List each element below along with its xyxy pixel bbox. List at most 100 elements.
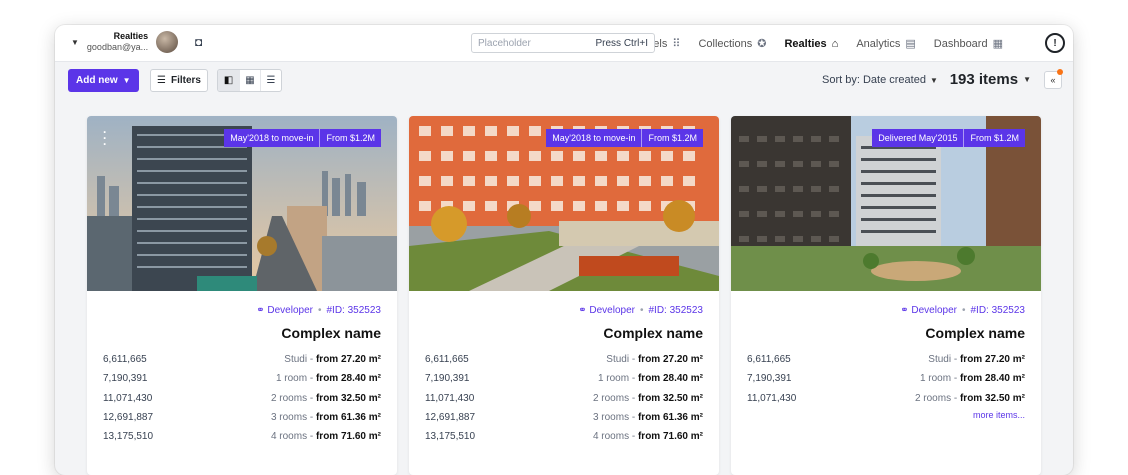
unit-type: 2 rooms - xyxy=(270,392,316,404)
badge-group: May'2018 to move-in From $1.2M xyxy=(546,129,703,147)
unit-area: from 32.50 m² xyxy=(959,392,1025,404)
unit-price: 13,175,510 xyxy=(425,431,476,443)
user-name: Realties xyxy=(113,31,149,41)
notification-icon[interactable]: ◘ xyxy=(195,35,202,49)
price-badge: From $1.2M xyxy=(641,129,703,147)
nav-item-collections[interactable]: Collections ✪ xyxy=(698,25,766,62)
card-meta: ⚭ Developer • #ID: 352523 xyxy=(578,305,704,316)
realty-card[interactable]: Delivered May'2015 From $1.2M ⚭ Develope… xyxy=(731,116,1041,475)
unit-price: 7,190,391 xyxy=(103,373,148,385)
nav-item-label: Dashboard xyxy=(933,37,988,50)
unit-row: 11,071,430 2 rooms - from 32.50 m² xyxy=(747,389,1025,408)
badge-group: May'2018 to move-in From $1.2M xyxy=(224,129,381,147)
unit-price: 11,071,430 xyxy=(747,392,797,404)
unit-area: from 61.36 m² xyxy=(637,412,703,424)
unit-type: Studi - xyxy=(284,354,316,366)
user-info: Realties goodban@ya... xyxy=(87,31,148,53)
unit-row: 12,691,887 3 rooms - from 61.36 m² xyxy=(103,408,381,427)
unit-price: 12,691,887 xyxy=(425,412,476,424)
unit-type: 1 room - xyxy=(275,373,316,385)
realty-id: #ID: 352523 xyxy=(648,305,704,316)
unit-area: from 71.60 m² xyxy=(637,431,703,443)
search-input[interactable]: Placeholder Press Ctrl+I xyxy=(471,33,655,53)
unit-row: 7,190,391 1 room - from 28.40 m² xyxy=(103,369,381,388)
chart-icon: ▤ xyxy=(905,38,916,50)
unit-price: 13,175,510 xyxy=(103,431,154,443)
realty-card[interactable]: May'2018 to move-in From $1.2M ⚭ Develop… xyxy=(409,116,719,475)
add-new-button[interactable]: Add new ▼ xyxy=(68,69,139,92)
delivery-badge: May'2018 to move-in xyxy=(224,129,320,147)
more-items-link[interactable]: more items... xyxy=(747,410,1025,420)
unit-type: 4 rooms - xyxy=(592,431,638,443)
realty-photo: · · · May'2018 to move-in From $1.2M xyxy=(87,116,397,291)
view-toggle: ◧ ▦ ☰ xyxy=(217,69,282,92)
unit-area: from 28.40 m² xyxy=(637,373,703,385)
dots-grid-icon: ⠿ xyxy=(672,38,681,50)
unit-area: from 71.60 m² xyxy=(315,431,381,443)
complex-name[interactable]: Complex name xyxy=(103,325,381,341)
unit-type: 2 rooms - xyxy=(592,392,638,404)
link-icon: ⚭ xyxy=(578,305,587,316)
developer-link[interactable]: Developer xyxy=(589,305,635,316)
complex-name[interactable]: Complex name xyxy=(425,325,703,341)
avatar[interactable] xyxy=(156,31,179,53)
list-view-button[interactable]: ☰ xyxy=(260,70,281,91)
realty-photo: Delivered May'2015 From $1.2M xyxy=(731,116,1041,291)
grid-icon: ▦ xyxy=(245,75,255,86)
filter-icon: ☰ xyxy=(157,75,166,86)
nav-item-analytics[interactable]: Analytics ▤ xyxy=(856,25,915,62)
developer-link[interactable]: Developer xyxy=(911,305,957,316)
unit-price: 6,611,665 xyxy=(425,354,469,366)
status-dot xyxy=(1057,69,1063,75)
nav-item-dashboard[interactable]: Dashboard ▦ xyxy=(934,25,1003,62)
link-icon: ⚭ xyxy=(900,305,909,316)
unit-price: 11,071,430 xyxy=(425,392,475,404)
unit-row: 7,190,391 1 room - from 28.40 m² xyxy=(747,369,1025,388)
chevron-down-icon: ▼ xyxy=(1023,75,1031,84)
filters-button[interactable]: ☰ Filters xyxy=(150,69,208,92)
chevron-down-icon: ▼ xyxy=(929,75,938,85)
unit-type: 3 rooms - xyxy=(592,412,638,424)
more-options-icon[interactable]: · · · xyxy=(103,126,107,150)
unit-price: 7,190,391 xyxy=(425,373,470,385)
realty-card[interactable]: · · · May'2018 to move-in From $1.2M ⚭ Dev… xyxy=(87,116,397,475)
filters-label: Filters xyxy=(170,75,201,86)
unit-type: Studi - xyxy=(928,354,960,366)
complex-name[interactable]: Complex name xyxy=(747,325,1025,341)
items-count: 193 items xyxy=(949,71,1019,88)
chevron-down-icon: ▼ xyxy=(122,76,131,85)
items-count-dropdown[interactable]: 193 items ▼ xyxy=(950,71,1031,88)
unit-price: 6,611,665 xyxy=(747,354,791,366)
sort-dropdown[interactable]: Sort by: Date created ▼ xyxy=(822,74,938,86)
link-icon: ⚭ xyxy=(256,305,265,316)
card-meta: ⚭ Developer • #ID: 352523 xyxy=(900,305,1025,316)
unit-row: 6,611,665 Studi - from 27.20 m² xyxy=(425,350,703,369)
chevrons-left-icon: « xyxy=(1050,75,1056,85)
unit-area: from 32.50 m² xyxy=(637,392,703,404)
unit-row: 6,611,665 Studi - from 27.20 m² xyxy=(103,350,381,369)
unit-area: from 27.20 m² xyxy=(959,354,1025,366)
chevron-down-icon: ▼ xyxy=(71,37,79,47)
unit-type: 2 rooms - xyxy=(914,392,960,404)
unit-area: from 27.20 m² xyxy=(637,354,703,366)
sort-label: Sort by: Date created xyxy=(822,74,926,86)
add-new-label: Add new xyxy=(76,75,118,86)
delivery-badge: May'2018 to move-in xyxy=(546,129,642,147)
app-window: ! Channels ⠿ Collections ✪ Realties ⌂ An… xyxy=(55,25,1073,475)
price-badge: From $1.2M xyxy=(963,129,1025,147)
card-meta: ⚭ Developer • #ID: 352523 xyxy=(256,305,382,316)
nav-item-realties[interactable]: Realties ⌂ xyxy=(784,25,838,62)
realty-id: #ID: 352523 xyxy=(326,305,382,316)
unit-area: from 61.36 m² xyxy=(315,412,381,424)
nav-item-label: Realties xyxy=(784,37,827,50)
unit-row: 11,071,430 2 rooms - from 32.50 m² xyxy=(425,389,703,408)
unit-type: 1 room - xyxy=(919,373,960,385)
user-menu[interactable]: ▼ Realties goodban@ya... xyxy=(71,31,179,53)
unit-type: 3 rooms - xyxy=(270,412,316,424)
app-logo-icon[interactable]: ! xyxy=(1045,33,1065,53)
developer-link[interactable]: Developer xyxy=(267,305,313,316)
grid-view-button[interactable]: ▦ xyxy=(239,70,260,91)
unit-price: 7,190,391 xyxy=(747,373,792,385)
unit-area: from 28.40 m² xyxy=(959,373,1025,385)
card-view-button[interactable]: ◧ xyxy=(218,70,239,91)
